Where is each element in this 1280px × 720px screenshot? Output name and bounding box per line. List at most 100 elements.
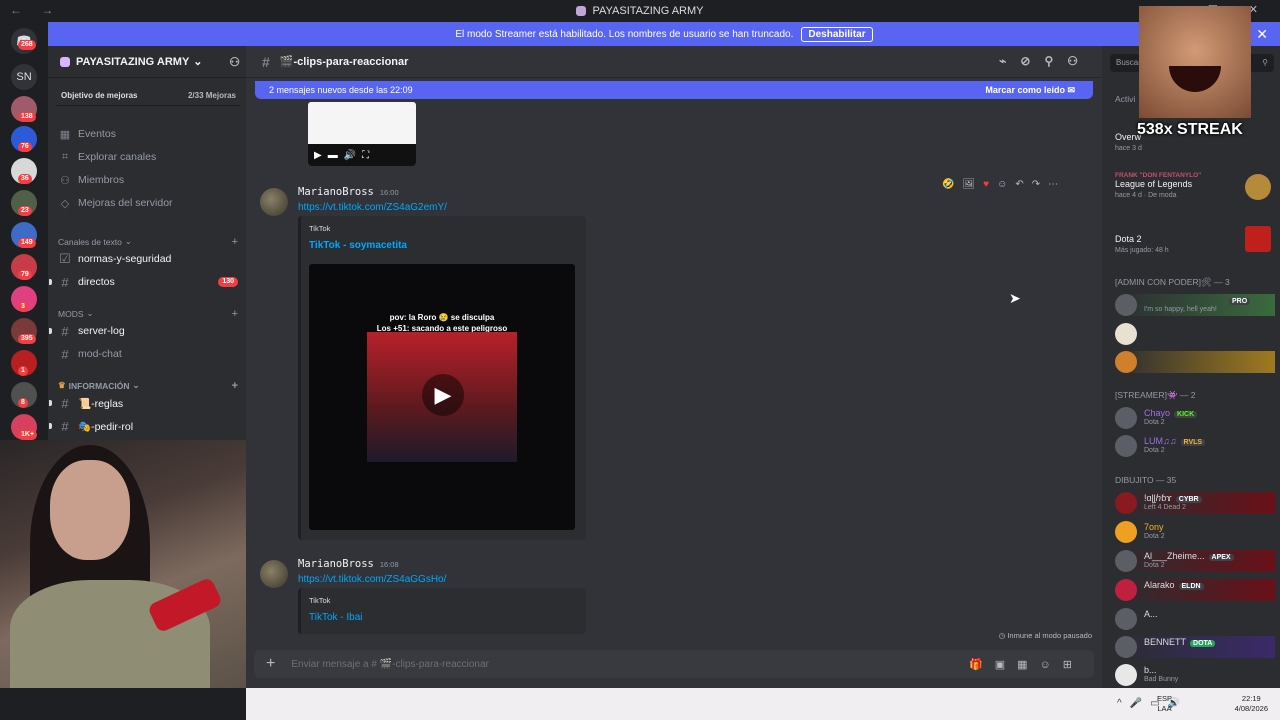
category-text-channels[interactable]: Canales de texto ⌄ + xyxy=(58,236,238,248)
nav-members[interactable]: ⚇ Miembros xyxy=(58,170,124,190)
message-item: MarianoBross 16:08 https://vt.tiktok.com/… xyxy=(246,554,1094,634)
message-composer[interactable]: + Enviar mensaje a # 🎬-clips-para-reacci… xyxy=(254,650,1094,678)
system-tray-icons[interactable]: ^🎤▭🔊 xyxy=(1117,698,1188,709)
league-of-legends-icon xyxy=(1245,174,1271,200)
activity-card[interactable]: FRANK "DON FENTANYLO" League of Legends … xyxy=(1115,172,1275,200)
heart-icon[interactable]: ♥ xyxy=(983,179,989,190)
reply-icon[interactable]: ↶ xyxy=(1015,179,1023,190)
play-icon[interactable]: ▶ xyxy=(422,374,464,416)
category-info[interactable]: ♛ INFORMACIÓN ⌄ + xyxy=(58,380,238,392)
activity-card[interactable]: Dota 2 Más jugado: 48 h xyxy=(1115,224,1275,254)
member-status: I'm so happy, hell yeah! xyxy=(1144,306,1217,313)
server-sn[interactable]: SN xyxy=(11,64,37,90)
clock[interactable]: 22:19 4/08/2026 xyxy=(1235,694,1268,714)
unread-badge: 268 xyxy=(18,40,36,50)
calendar-icon: ▦ xyxy=(59,128,71,141)
slowmode-label: Inmune al modo pausado xyxy=(1007,631,1092,640)
new-messages-bar[interactable]: 2 mensajes nuevos desde las 22:09 Marcar… xyxy=(255,81,1093,99)
unread-badge: 1K+ xyxy=(18,430,38,440)
chat-area: # 🎬-clips-para-reaccionar ⌁⊘⚲⚇ 2 mensaje… xyxy=(246,46,1102,688)
server-header[interactable]: PAYASITAZING ARMY ⌄ ⚇ xyxy=(48,46,246,78)
invite-user-icon[interactable]: ⚇ xyxy=(229,55,240,69)
boost-icon: ◇ xyxy=(60,197,70,210)
more-icon[interactable]: ⋯ xyxy=(1048,179,1058,190)
chevron-down-icon: ⌄ xyxy=(193,56,203,68)
disable-streamer-button[interactable]: Deshabilitar xyxy=(801,26,873,42)
nav-events[interactable]: ▦ Eventos xyxy=(58,124,116,144)
member-status: Dota 2 xyxy=(1144,419,1165,426)
member-item[interactable]: b... Bad Bunny xyxy=(1115,664,1275,686)
video-player[interactable]: pov: la Roro 😢 se disculpa Los +51: sacan… xyxy=(309,264,575,530)
avatar[interactable] xyxy=(260,188,288,216)
message-link[interactable]: https://vt.tiktok.com/ZS4aGGsHo/ xyxy=(298,574,446,585)
add-channel-icon[interactable]: + xyxy=(232,236,238,248)
server-logo-icon xyxy=(576,6,587,16)
member-status: Dota 2 xyxy=(1144,447,1165,454)
unread-badge: 149 xyxy=(18,238,36,248)
avatar xyxy=(1115,351,1137,373)
composer-tools[interactable]: 🎁▣▦☺⊞ xyxy=(969,658,1084,671)
category-mods[interactable]: MODS ⌄ + xyxy=(58,308,238,320)
member-name: b... xyxy=(1144,665,1157,675)
attach-plus-icon[interactable]: + xyxy=(266,655,275,673)
nav-arrows[interactable]: ← → xyxy=(10,3,61,17)
avatar[interactable] xyxy=(260,560,288,588)
os-taskbar: ^🎤▭🔊 ESP LAA 22:19 4/08/2026 xyxy=(246,688,1280,720)
member-item[interactable]: Al___Zheime... APEX Dota 2 xyxy=(1115,550,1275,572)
member-name: Alarako xyxy=(1144,580,1175,590)
webcam-mouth xyxy=(1169,66,1221,92)
member-item[interactable] xyxy=(1115,323,1275,345)
member-item[interactable]: PRO I'm so happy, hell yeah! xyxy=(1115,294,1275,316)
channel-mod-chat[interactable]: # mod-chat xyxy=(58,344,240,364)
mark-read-button[interactable]: Marcar como leído ✉ xyxy=(985,85,1075,96)
embed-title[interactable]: TikTok - soymacetita xyxy=(309,240,407,251)
channel-normas[interactable]: ☑ normas-y-seguridad xyxy=(58,249,240,269)
channel-sidebar: PAYASITAZING ARMY ⌄ ⚇ Objetivo de mejora… xyxy=(48,46,246,440)
message-author[interactable]: MarianoBross 16:08 xyxy=(298,558,399,570)
member-item[interactable] xyxy=(1115,351,1275,373)
add-reaction-icon[interactable]: ☺ xyxy=(997,179,1007,190)
language-indicator[interactable]: ESP LAA xyxy=(1157,694,1172,714)
members-icon: ⚇ xyxy=(60,174,70,187)
message-link[interactable]: https://vt.tiktok.com/ZS4aG2emY/ xyxy=(298,202,447,213)
previous-video-embed[interactable]: ▶▬🔊⛶ xyxy=(308,102,416,166)
member-tag: KICK xyxy=(1174,411,1198,418)
search-icon: ⚲ xyxy=(1262,58,1268,67)
member-tag: PRO xyxy=(1225,295,1251,305)
add-channel-icon[interactable]: + xyxy=(232,308,238,320)
member-item[interactable]: Alarako ELDN xyxy=(1115,579,1275,601)
reaction-emoji[interactable]: 🖼 xyxy=(962,179,975,190)
message-time: 16:08 xyxy=(379,560,399,569)
boost-goal[interactable]: Objetivo de mejoras 2/33 Mejoras xyxy=(56,86,240,106)
channel-pedir-rol[interactable]: # 🎭-pedir-rol xyxy=(49,416,240,436)
nav-server-boosts[interactable]: ◇ Mejoras del servidor xyxy=(58,193,173,213)
channel-server-log[interactable]: # server-log xyxy=(49,321,240,341)
member-item[interactable]: LUM♫♫ RVLS Dota 2 xyxy=(1115,435,1275,457)
avatar xyxy=(1115,435,1137,457)
add-channel-icon[interactable]: + xyxy=(232,380,238,392)
header-toolbar[interactable]: ⌁⊘⚲⚇ xyxy=(999,54,1092,68)
embed-title[interactable]: TikTok - Ibai xyxy=(309,612,363,623)
member-item[interactable]: A... xyxy=(1115,608,1275,630)
clock-time: 22:19 xyxy=(1241,694,1261,703)
member-item[interactable]: !ɑɭɭℎɓɤ CYBR Left 4 Dead 2 xyxy=(1115,492,1275,514)
message-time: 16:00 xyxy=(379,188,399,197)
hash-icon: # xyxy=(262,53,270,70)
unread-badge: 76 xyxy=(18,142,32,152)
composer-placeholder[interactable]: Enviar mensaje a # 🎬-clips-para-reaccion… xyxy=(291,659,489,670)
member-item[interactable]: Chayo KICK Dota 2 xyxy=(1115,407,1275,429)
channel-directos[interactable]: # directos 130 xyxy=(49,272,240,292)
member-item[interactable]: 7ony Dota 2 xyxy=(1115,521,1275,543)
nav-browse-channels[interactable]: ⌗ Explorar canales xyxy=(58,147,156,167)
chevron-down-icon: ⌄ xyxy=(132,380,140,390)
boost-count: 2/33 Mejoras xyxy=(187,91,236,100)
reaction-emoji[interactable]: 🤣 xyxy=(942,179,954,190)
video-controls[interactable]: ▶▬🔊⛶ xyxy=(308,144,416,166)
hash-icon: # xyxy=(61,395,69,411)
forward-icon[interactable]: ↷ xyxy=(1032,179,1040,190)
channel-reglas[interactable]: # 📜-reglas xyxy=(49,393,240,413)
close-icon[interactable]: ✕ xyxy=(1256,26,1268,43)
member-item[interactable]: BENNETT DOTA xyxy=(1115,636,1275,658)
message-author[interactable]: MarianoBross 16:00 xyxy=(298,186,399,198)
avatar xyxy=(1115,521,1137,543)
